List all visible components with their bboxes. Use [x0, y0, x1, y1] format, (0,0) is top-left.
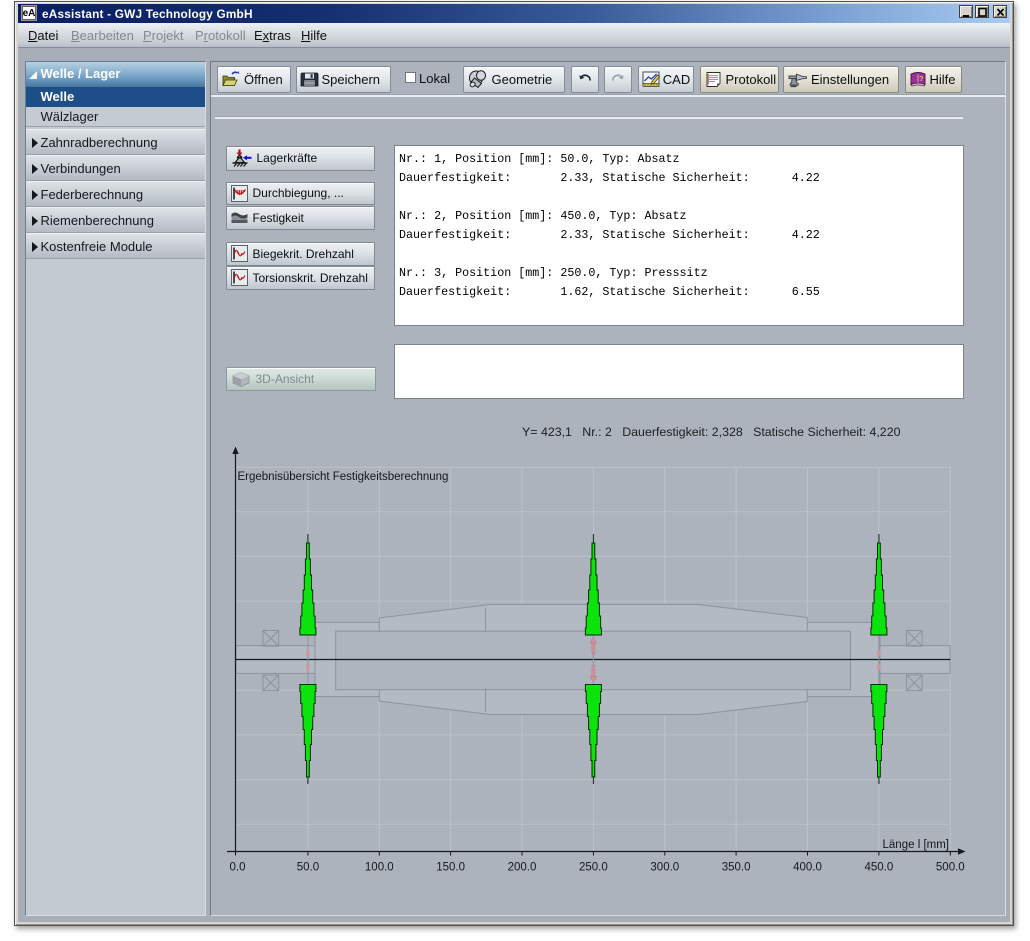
svg-text:?: ? — [919, 74, 924, 83]
svg-text:Ergebnisübersicht Festigkeitsb: Ergebnisübersicht Festigkeitsberechnung — [238, 471, 449, 483]
svg-text:0.0: 0.0 — [230, 861, 246, 873]
svg-text:100.0: 100.0 — [365, 861, 394, 873]
svg-text:350.0: 350.0 — [722, 861, 751, 873]
svg-text:250.0: 250.0 — [579, 861, 608, 873]
svg-text:400.0: 400.0 — [793, 861, 822, 873]
svg-text:50.0: 50.0 — [297, 861, 319, 873]
svg-text:200.0: 200.0 — [508, 861, 537, 873]
svg-text:300.0: 300.0 — [650, 861, 679, 873]
svg-text:500.0: 500.0 — [936, 861, 965, 873]
svg-text:150.0: 150.0 — [436, 861, 465, 873]
svg-text:Länge l [mm]: Länge l [mm] — [883, 839, 949, 851]
svg-text:450.0: 450.0 — [865, 861, 894, 873]
